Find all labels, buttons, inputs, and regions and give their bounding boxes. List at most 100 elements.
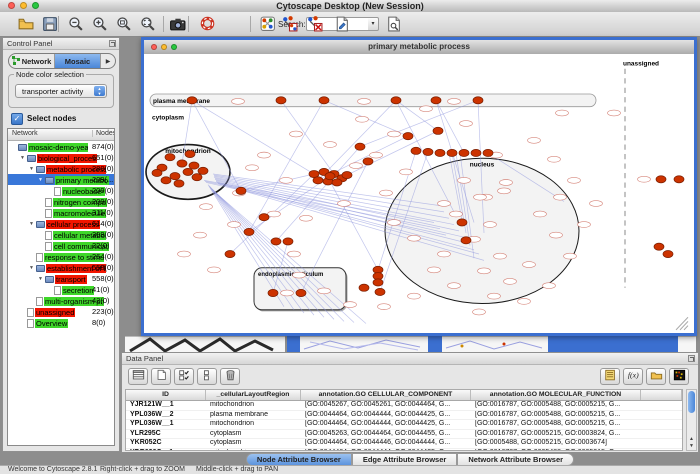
background-window-border[interactable] — [287, 336, 300, 352]
tree-row-cell-communicat[interactable]: cell communicat22(0) — [8, 240, 114, 251]
network-node[interactable] — [332, 179, 342, 186]
search-dropdown-arrow-icon[interactable]: ▾ — [368, 17, 379, 31]
network-node[interactable] — [373, 279, 383, 286]
network-node[interactable] — [461, 237, 471, 244]
table-cell[interactable]: [GO:0016787, GO:0005215, GO:0003824, G..… — [471, 430, 641, 439]
network-node[interactable] — [170, 173, 180, 180]
network-node[interactable] — [259, 214, 269, 221]
expander-arrow-icon[interactable]: ▼ — [20, 153, 27, 164]
network-node[interactable] — [403, 133, 413, 140]
network-node[interactable] — [435, 149, 445, 156]
table-cell[interactable]: [GO:0044464, GO:0044446, GO:0044444, G..… — [301, 439, 471, 448]
open-session-icon[interactable] — [16, 15, 34, 33]
delete-attribute-icon[interactable] — [220, 368, 240, 385]
tab-mosaic[interactable]: Mosaic — [55, 54, 101, 68]
table-row-ypl036w__2[interactable]: YPL036W__2plasma membrane[GO:0044464, GO… — [126, 411, 682, 421]
network-node[interactable] — [674, 176, 684, 183]
zoom-selected-icon[interactable] — [114, 15, 132, 33]
table-cell[interactable]: mitochondrion — [206, 420, 301, 429]
network-node[interactable] — [375, 288, 385, 295]
network-edge[interactable] — [249, 100, 324, 232]
table-cell[interactable]: [GO:0045267, GO:0045261, GO:0044464, G..… — [301, 401, 471, 410]
network-node[interactable] — [355, 143, 365, 150]
background-window-fragment[interactable] — [678, 336, 696, 353]
column-header-3[interactable]: annotation.GO CELLULAR_COMPONENT — [301, 390, 471, 400]
create-view-icon[interactable] — [258, 15, 276, 33]
copy-view-icon[interactable] — [280, 15, 298, 33]
background-window-fragment[interactable] — [300, 336, 428, 353]
snapshot-icon[interactable] — [168, 15, 186, 33]
table-cell[interactable]: [GO:0044464, GO:0044444, GO:0044425, G..… — [301, 449, 471, 451]
tree-row-cellular-metabo[interactable]: cellular metabo209(0) — [8, 229, 114, 240]
background-window-fragment[interactable] — [125, 336, 285, 353]
table-cell[interactable]: mitochondrion — [206, 401, 301, 410]
tree-row-nucleobase-[interactable]: nucleobase-209(0) — [8, 185, 114, 196]
table-cell[interactable]: plasma membrane — [206, 411, 301, 420]
table-cell[interactable]: [GO:0044464, GO:0044444, GO:0044425, G..… — [301, 411, 471, 420]
tree-row-secretion[interactable]: secretion41(0) — [8, 284, 114, 295]
tree-row-biological-process[interactable]: ▼biological_process651(0) — [8, 152, 114, 163]
float-panel-icon[interactable] — [109, 40, 116, 47]
table-cell[interactable]: YKR052C — [126, 439, 206, 448]
network-node[interactable] — [268, 289, 278, 296]
tree-row-macromolecule[interactable]: macromolecule311(0) — [8, 207, 114, 218]
select-attributes-icon[interactable] — [174, 368, 194, 385]
search-options-icon[interactable] — [384, 15, 402, 33]
node-color-dropdown[interactable]: transporter activity ▲▼ — [15, 84, 107, 98]
unselect-attributes-icon[interactable] — [197, 368, 217, 385]
table-row-ylr295c[interactable]: YLR295Ccytoplasm[GO:0045263, GO:0044464,… — [126, 430, 682, 440]
help-icon[interactable] — [198, 15, 216, 33]
network-node[interactable] — [152, 169, 162, 176]
network-node[interactable] — [471, 149, 481, 156]
column-header-1[interactable]: ID — [126, 390, 206, 400]
table-row-ykr052c[interactable]: YKR052Ccytoplasm[GO:0044464, GO:0044446,… — [126, 439, 682, 449]
network-node[interactable] — [663, 250, 673, 257]
tree-row-metabolic-process[interactable]: ▼metabolic process280(0) — [8, 163, 114, 174]
expander-arrow-icon[interactable]: ▼ — [38, 175, 45, 186]
import-attributes-icon[interactable] — [600, 368, 620, 385]
network-node[interactable] — [483, 149, 493, 156]
network-node[interactable] — [359, 284, 369, 291]
expander-arrow-icon[interactable]: ▼ — [29, 219, 36, 230]
network-node[interactable] — [423, 148, 433, 155]
background-window-fragment[interactable] — [442, 336, 548, 353]
network-node[interactable] — [271, 238, 281, 245]
formula-builder-icon[interactable]: f(x) — [623, 368, 643, 385]
tree-row-transport[interactable]: ▼transport558(0) — [8, 273, 114, 284]
network-node[interactable] — [189, 162, 199, 169]
open-attribute-file-icon[interactable] — [646, 368, 666, 385]
column-header-4[interactable]: annotation.GO MOLECULAR_FUNCTION — [471, 390, 641, 400]
tab-network[interactable]: Network — [9, 54, 55, 68]
tree-row-unassigned[interactable]: unassigned223(0) — [8, 306, 114, 317]
network-node[interactable] — [236, 187, 246, 194]
column-header-2[interactable]: _cellularLayoutRegion — [206, 390, 301, 400]
create-attribute-icon[interactable] — [151, 368, 171, 385]
network-node[interactable] — [183, 168, 193, 175]
expander-arrow-icon[interactable]: ▼ — [29, 164, 36, 175]
network-node[interactable] — [447, 149, 457, 156]
network-node[interactable] — [244, 228, 254, 235]
network-node[interactable] — [187, 97, 197, 104]
network-edge[interactable] — [241, 174, 314, 191]
network-node[interactable] — [296, 289, 306, 296]
network-canvas[interactable]: plasma membranecytoplasmmitochondrionnuc… — [144, 54, 694, 333]
select-nodes-checkbox[interactable]: ✓ — [11, 113, 23, 125]
network-node[interactable] — [363, 158, 373, 165]
network-node[interactable] — [225, 250, 235, 257]
background-window-border[interactable] — [428, 336, 442, 352]
table-cell[interactable]: cytoplasm — [206, 430, 301, 439]
table-cell[interactable]: YPL036W__2 — [126, 411, 206, 420]
network-node[interactable] — [313, 177, 323, 184]
network-node[interactable] — [319, 97, 329, 104]
table-cell[interactable]: [GO:0016787, GO:0005488, GO:0005215, G..… — [471, 401, 641, 410]
expander-arrow-icon[interactable]: ▼ — [29, 263, 36, 274]
scroll-up-icon[interactable]: ▲ — [688, 436, 695, 442]
network-graph[interactable]: plasma membranecytoplasmmitochondrionnuc… — [144, 54, 694, 333]
network-node[interactable] — [411, 147, 421, 154]
destroy-view-icon[interactable] — [305, 15, 323, 33]
zoom-fit-icon[interactable] — [138, 15, 156, 33]
tree-row-multi-organism-pro[interactable]: multi-organism pro42(0) — [8, 295, 114, 306]
network-node[interactable] — [165, 154, 175, 161]
network-node[interactable] — [654, 243, 664, 250]
network-node[interactable] — [177, 160, 187, 167]
